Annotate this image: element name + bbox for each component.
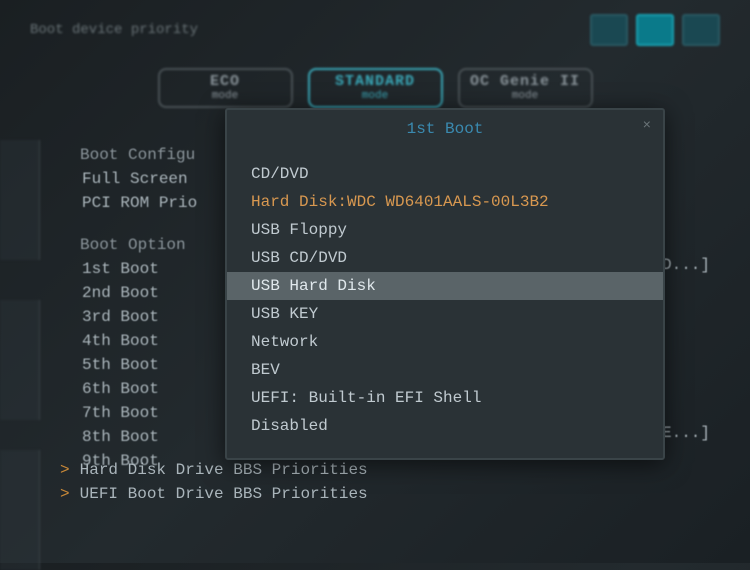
- mode-eco-button[interactable]: ECO mode: [158, 68, 293, 108]
- mode-eco-label: ECO: [210, 74, 240, 91]
- mode-ocgenie-button[interactable]: OC Genie II mode: [458, 68, 593, 108]
- mode-standard-sublabel: mode: [362, 90, 388, 102]
- dialog-title: 1st Boot ×: [227, 110, 663, 146]
- mode-standard-button[interactable]: STANDARD mode: [308, 68, 443, 108]
- bbs-hd-label: Hard Disk Drive BBS Priorities: [80, 458, 368, 482]
- mode-ocgenie-sublabel: mode: [512, 90, 538, 102]
- dialog-option-list: CD/DVD Hard Disk:WDC WD6401AALS-00L3B2 U…: [227, 146, 663, 458]
- option-uefi-shell[interactable]: UEFI: Built-in EFI Shell: [227, 384, 663, 412]
- chevron-right-icon: >: [60, 482, 70, 506]
- bbs-uefi-label: UEFI Boot Drive BBS Priorities: [80, 482, 368, 506]
- top-icon-3[interactable]: [682, 14, 720, 46]
- option-usb-cd-dvd[interactable]: USB CD/DVD: [227, 244, 663, 272]
- top-icon-2[interactable]: [636, 14, 674, 46]
- option-usb-floppy[interactable]: USB Floppy: [227, 216, 663, 244]
- option-bev[interactable]: BEV: [227, 356, 663, 384]
- mode-ocgenie-label: OC Genie II: [470, 74, 580, 91]
- top-icon-1[interactable]: [590, 14, 628, 46]
- boot-value-trunc-1: D...]: [662, 253, 710, 277]
- bbs-hd-link[interactable]: > Hard Disk Drive BBS Priorities: [60, 458, 368, 482]
- option-hard-disk[interactable]: Hard Disk:WDC WD6401AALS-00L3B2: [227, 188, 663, 216]
- top-header: Boot device priority: [0, 0, 750, 60]
- header-section-label: Boot device priority: [30, 22, 198, 38]
- option-disabled[interactable]: Disabled: [227, 412, 663, 440]
- chevron-right-icon: >: [60, 458, 70, 482]
- option-usb-key[interactable]: USB KEY: [227, 300, 663, 328]
- mode-standard-label: STANDARD: [335, 74, 415, 91]
- boot-value-trunc-2: E...]: [662, 421, 710, 445]
- close-icon[interactable]: ×: [643, 118, 651, 134]
- dialog-title-text: 1st Boot: [407, 120, 484, 138]
- top-icon-bar: [590, 14, 720, 46]
- bbs-links: > Hard Disk Drive BBS Priorities > UEFI …: [60, 458, 368, 506]
- option-network[interactable]: Network: [227, 328, 663, 356]
- boot-device-dialog: 1st Boot × CD/DVD Hard Disk:WDC WD6401AA…: [225, 108, 665, 460]
- bbs-uefi-link[interactable]: > UEFI Boot Drive BBS Priorities: [60, 482, 368, 506]
- mode-eco-sublabel: mode: [212, 90, 238, 102]
- option-cd-dvd[interactable]: CD/DVD: [227, 160, 663, 188]
- option-usb-hard-disk[interactable]: USB Hard Disk: [227, 272, 663, 300]
